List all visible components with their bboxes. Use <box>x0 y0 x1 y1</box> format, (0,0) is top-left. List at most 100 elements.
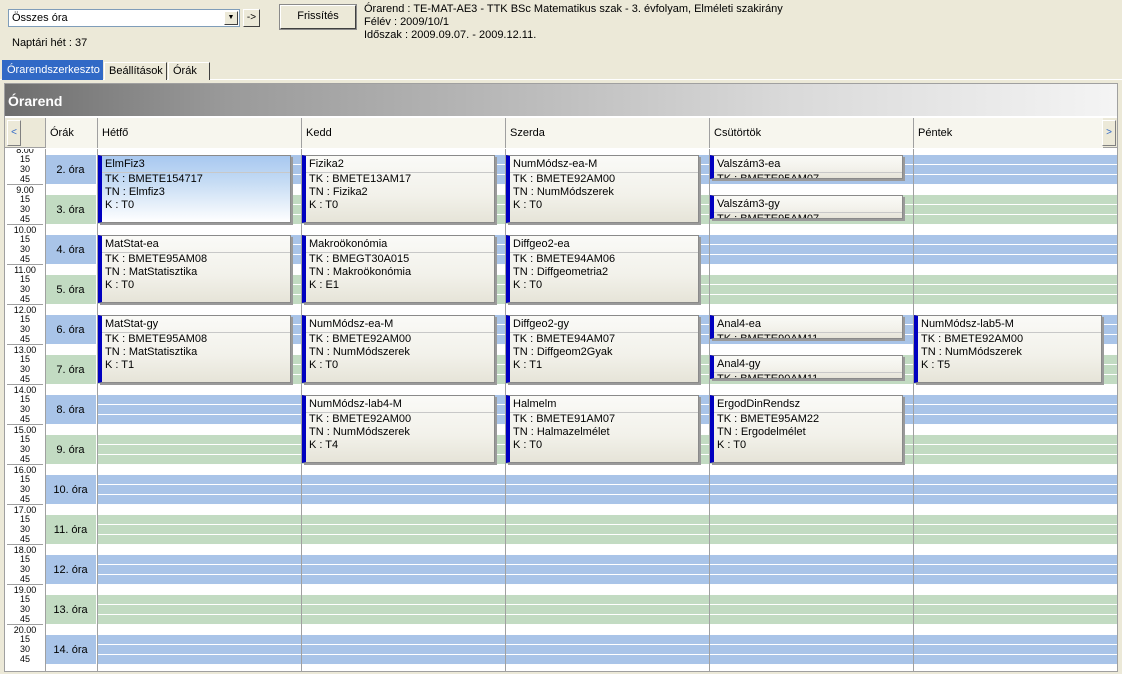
timeslot-cell[interactable] <box>505 644 709 654</box>
course-card[interactable]: MatStat-gy TK : BMETE95AM08 TN : MatStatis… <box>98 315 291 383</box>
timeslot-cell[interactable] <box>301 484 505 494</box>
tab-lessons[interactable]: Órák <box>168 62 210 80</box>
timeslot-cell[interactable] <box>709 494 913 504</box>
timeslot-cell[interactable] <box>97 644 301 654</box>
timeslot-cell[interactable] <box>709 294 913 304</box>
timeslot-cell[interactable] <box>709 614 913 624</box>
timeslot-cell[interactable] <box>913 444 1117 454</box>
timeslot-cell[interactable] <box>505 514 709 524</box>
course-filter-select[interactable]: Összes óra ▼ <box>8 9 240 27</box>
timeslot-cell[interactable] <box>709 564 913 574</box>
timeslot-cell[interactable] <box>913 534 1117 544</box>
timeslot-cell[interactable] <box>913 474 1117 484</box>
timeslot-cell[interactable] <box>97 514 301 524</box>
timeslot-cell[interactable] <box>913 614 1117 624</box>
timeslot-cell[interactable] <box>709 554 913 564</box>
course-card[interactable]: NumMódsz-ea-M TK : BMETE92AM00 TN : NumMód… <box>506 155 699 223</box>
timeslot-cell[interactable] <box>913 594 1117 604</box>
timeslot-cell[interactable] <box>505 484 709 494</box>
timeslot-cell[interactable] <box>301 524 505 534</box>
timeslot-cell[interactable] <box>913 634 1117 644</box>
timeslot-cell[interactable] <box>913 274 1117 284</box>
course-card[interactable]: Diffgeo2-ea TK : BMETE94AM06 TN : Diffgeom… <box>506 235 699 303</box>
timeslot-cell[interactable] <box>97 604 301 614</box>
refresh-button[interactable]: Frissítés <box>279 4 357 30</box>
timeslot-cell[interactable] <box>913 414 1117 424</box>
timeslot-cell[interactable] <box>505 564 709 574</box>
timeslot-cell[interactable] <box>505 654 709 664</box>
timeslot-cell[interactable] <box>301 574 505 584</box>
timeslot-cell[interactable] <box>301 594 505 604</box>
timeslot-cell[interactable] <box>97 524 301 534</box>
course-card[interactable]: Halmelm TK : BMETE91AM07 TN : Halmazelméle… <box>506 395 699 463</box>
timeslot-cell[interactable] <box>913 154 1117 164</box>
timeslot-cell[interactable] <box>913 174 1117 184</box>
previous-week-button[interactable]: < <box>7 120 21 146</box>
timeslot-cell[interactable] <box>301 494 505 504</box>
timeslot-cell[interactable] <box>97 414 301 424</box>
timeslot-cell[interactable] <box>913 574 1117 584</box>
timeslot-cell[interactable] <box>913 654 1117 664</box>
course-card[interactable]: MatStat-ea TK : BMETE95AM08 TN : MatStatis… <box>98 235 291 303</box>
course-card[interactable]: Anal4-gy TK : BMETE90AM11 <box>710 355 903 379</box>
timeslot-cell[interactable] <box>913 394 1117 404</box>
timeslot-cell[interactable] <box>709 244 913 254</box>
timeslot-cell[interactable] <box>97 474 301 484</box>
timeslot-cell[interactable] <box>913 234 1117 244</box>
timeslot-cell[interactable] <box>97 404 301 414</box>
course-card[interactable]: Diffgeo2-gy TK : BMETE94AM07 TN : Diffgeom… <box>506 315 699 383</box>
timeslot-cell[interactable] <box>301 514 505 524</box>
timeslot-cell[interactable] <box>913 494 1117 504</box>
timeslot-cell[interactable] <box>709 644 913 654</box>
timeslot-cell[interactable] <box>913 284 1117 294</box>
timeslot-cell[interactable] <box>913 194 1117 204</box>
course-card[interactable]: ErgodDinRendsz TK : BMETE95AM22 TN : Ergod… <box>710 395 903 463</box>
timeslot-cell[interactable] <box>301 654 505 664</box>
timeslot-cell[interactable] <box>709 274 913 284</box>
timeslot-cell[interactable] <box>913 644 1117 654</box>
timeslot-cell[interactable] <box>301 644 505 654</box>
timeslot-cell[interactable] <box>301 634 505 644</box>
timeslot-cell[interactable] <box>301 564 505 574</box>
course-card[interactable]: Fizika2 TK : BMETE13AM17 TN : Fizika2 K : T… <box>302 155 495 223</box>
timeslot-cell[interactable] <box>97 394 301 404</box>
chevron-down-icon[interactable]: ▼ <box>224 11 238 25</box>
timeslot-cell[interactable] <box>709 474 913 484</box>
course-card[interactable]: NumMódsz-lab5-M TK : BMETE92AM00 TN : NumM… <box>914 315 1102 383</box>
timeslot-cell[interactable] <box>709 514 913 524</box>
timeslot-cell[interactable] <box>97 444 301 454</box>
timeslot-cell[interactable] <box>913 484 1117 494</box>
timeslot-cell[interactable] <box>709 284 913 294</box>
timeslot-cell[interactable] <box>913 524 1117 534</box>
timeslot-cell[interactable] <box>505 524 709 534</box>
course-card[interactable]: NumMódsz-ea-M TK : BMETE92AM00 TN : NumMód… <box>302 315 495 383</box>
timeslot-cell[interactable] <box>505 604 709 614</box>
timeslot-cell[interactable] <box>97 494 301 504</box>
timeslot-cell[interactable] <box>913 164 1117 174</box>
timeslot-cell[interactable] <box>301 474 505 484</box>
timeslot-cell[interactable] <box>709 594 913 604</box>
timeslot-cell[interactable] <box>97 564 301 574</box>
timeslot-cell[interactable] <box>301 534 505 544</box>
timeslot-cell[interactable] <box>301 614 505 624</box>
course-card[interactable]: Anal4-ea TK : BMETE90AM11 <box>710 315 903 339</box>
timeslot-cell[interactable] <box>709 604 913 614</box>
timeslot-cell[interactable] <box>97 614 301 624</box>
course-card[interactable]: ElmFiz3 TK : BMETE154717 TN : Elmfiz3 K : T… <box>98 155 291 223</box>
timeslot-cell[interactable] <box>97 434 301 444</box>
timeslot-cell[interactable] <box>709 484 913 494</box>
timeslot-cell[interactable] <box>913 434 1117 444</box>
tab-timetable-editor[interactable]: Órarendszerkeszto <box>2 60 103 80</box>
timeslot-cell[interactable] <box>913 214 1117 224</box>
timeslot-cell[interactable] <box>913 604 1117 614</box>
timeslot-cell[interactable] <box>913 404 1117 414</box>
course-card[interactable]: Valszám3-ea TK : BMETE95AM07 <box>710 155 903 179</box>
tab-settings[interactable]: Beállítások <box>104 62 167 80</box>
timeslot-cell[interactable] <box>913 254 1117 264</box>
timeslot-cell[interactable] <box>505 494 709 504</box>
timeslot-cell[interactable] <box>709 254 913 264</box>
timeslot-cell[interactable] <box>505 554 709 564</box>
timeslot-cell[interactable] <box>913 554 1117 564</box>
timeslot-cell[interactable] <box>97 454 301 464</box>
timeslot-cell[interactable] <box>709 634 913 644</box>
